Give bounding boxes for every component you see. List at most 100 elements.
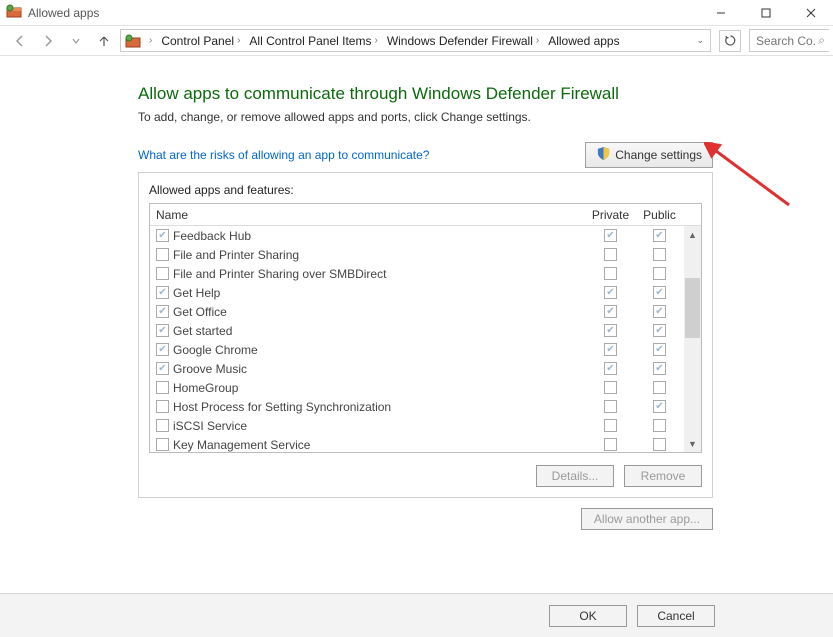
- up-button[interactable]: [92, 29, 116, 53]
- private-checkbox[interactable]: [604, 324, 617, 337]
- table-row[interactable]: Feedback Hub: [150, 226, 684, 245]
- breadcrumb-item[interactable]: All Control Panel Items›: [246, 34, 383, 48]
- address-bar[interactable]: › Control Panel› All Control Panel Items…: [120, 29, 711, 52]
- page-title: Allow apps to communicate through Window…: [138, 84, 713, 104]
- allowed-apps-list[interactable]: Name Private Public Feedback Hub File and…: [149, 203, 702, 453]
- app-name-label: Groove Music: [173, 362, 247, 376]
- public-checkbox[interactable]: [653, 343, 666, 356]
- details-button[interactable]: Details...: [536, 465, 614, 487]
- public-checkbox[interactable]: [653, 381, 666, 394]
- search-icon: ⌕: [818, 33, 825, 48]
- column-private[interactable]: Private: [586, 208, 635, 222]
- private-checkbox[interactable]: [604, 229, 617, 242]
- private-checkbox[interactable]: [604, 362, 617, 375]
- allowed-checkbox[interactable]: [156, 400, 169, 413]
- close-button[interactable]: [788, 0, 833, 26]
- recent-dropdown[interactable]: [64, 29, 88, 53]
- column-public[interactable]: Public: [635, 208, 684, 222]
- app-name-label: Get Help: [173, 286, 220, 300]
- table-row[interactable]: iSCSI Service: [150, 416, 684, 435]
- app-name-label: Get Office: [173, 305, 227, 319]
- public-checkbox[interactable]: [653, 419, 666, 432]
- public-checkbox[interactable]: [653, 438, 666, 451]
- public-checkbox[interactable]: [653, 248, 666, 261]
- scroll-up-icon[interactable]: ▲: [684, 226, 701, 243]
- breadcrumb-item[interactable]: Windows Defender Firewall›: [384, 34, 545, 48]
- allowed-checkbox[interactable]: [156, 229, 169, 242]
- remove-button[interactable]: Remove: [624, 465, 702, 487]
- public-checkbox[interactable]: [653, 400, 666, 413]
- private-checkbox[interactable]: [604, 248, 617, 261]
- frame-title: Allowed apps and features:: [149, 183, 702, 197]
- allowed-checkbox[interactable]: [156, 362, 169, 375]
- column-name[interactable]: Name: [150, 208, 586, 222]
- private-checkbox[interactable]: [604, 438, 617, 451]
- breadcrumb-sep[interactable]: ›: [143, 35, 158, 46]
- public-checkbox[interactable]: [653, 267, 666, 280]
- allowed-checkbox[interactable]: [156, 248, 169, 261]
- public-checkbox[interactable]: [653, 362, 666, 375]
- scrollbar[interactable]: ▲ ▼: [684, 226, 701, 452]
- list-header: Name Private Public: [150, 204, 701, 226]
- cancel-button[interactable]: Cancel: [637, 605, 715, 627]
- table-row[interactable]: Key Management Service: [150, 435, 684, 452]
- table-row[interactable]: Get Office: [150, 302, 684, 321]
- allow-another-app-button[interactable]: Allow another app...: [581, 508, 713, 530]
- app-name-label: Feedback Hub: [173, 229, 251, 243]
- allowed-checkbox[interactable]: [156, 324, 169, 337]
- public-checkbox[interactable]: [653, 324, 666, 337]
- allowed-checkbox[interactable]: [156, 286, 169, 299]
- change-settings-button[interactable]: Change settings: [585, 142, 713, 168]
- allowed-checkbox[interactable]: [156, 267, 169, 280]
- table-row[interactable]: Groove Music: [150, 359, 684, 378]
- minimize-button[interactable]: [698, 0, 743, 26]
- table-row[interactable]: Get Help: [150, 283, 684, 302]
- app-name-label: Get started: [173, 324, 232, 338]
- bottom-bar: OK Cancel: [0, 593, 833, 637]
- allowed-checkbox[interactable]: [156, 419, 169, 432]
- allowed-apps-frame: Allowed apps and features: Name Private …: [138, 172, 713, 498]
- table-row[interactable]: File and Printer Sharing: [150, 245, 684, 264]
- back-button[interactable]: [8, 29, 32, 53]
- firewall-icon: [6, 3, 22, 22]
- public-checkbox[interactable]: [653, 229, 666, 242]
- app-name-label: File and Printer Sharing: [173, 248, 299, 262]
- app-name-label: iSCSI Service: [173, 419, 247, 433]
- table-row[interactable]: File and Printer Sharing over SMBDirect: [150, 264, 684, 283]
- table-row[interactable]: Get started: [150, 321, 684, 340]
- app-name-label: HomeGroup: [173, 381, 238, 395]
- maximize-button[interactable]: [743, 0, 788, 26]
- table-row[interactable]: HomeGroup: [150, 378, 684, 397]
- help-link[interactable]: What are the risks of allowing an app to…: [138, 148, 429, 162]
- allowed-checkbox[interactable]: [156, 381, 169, 394]
- scroll-down-icon[interactable]: ▼: [684, 435, 701, 452]
- allowed-checkbox[interactable]: [156, 305, 169, 318]
- private-checkbox[interactable]: [604, 286, 617, 299]
- private-checkbox[interactable]: [604, 267, 617, 280]
- table-row[interactable]: Host Process for Setting Synchronization: [150, 397, 684, 416]
- app-name-label: Host Process for Setting Synchronization: [173, 400, 391, 414]
- private-checkbox[interactable]: [604, 343, 617, 356]
- main-content: Allow apps to communicate through Window…: [0, 56, 833, 498]
- breadcrumb-item[interactable]: Control Panel›: [158, 34, 246, 48]
- nav-toolbar: › Control Panel› All Control Panel Items…: [0, 26, 833, 56]
- table-row[interactable]: Google Chrome: [150, 340, 684, 359]
- allowed-checkbox[interactable]: [156, 343, 169, 356]
- allowed-checkbox[interactable]: [156, 438, 169, 451]
- private-checkbox[interactable]: [604, 381, 617, 394]
- change-settings-label: Change settings: [615, 148, 702, 162]
- private-checkbox[interactable]: [604, 419, 617, 432]
- refresh-button[interactable]: [719, 30, 741, 52]
- chevron-down-icon[interactable]: ⌄: [696, 35, 708, 46]
- public-checkbox[interactable]: [653, 286, 666, 299]
- private-checkbox[interactable]: [604, 400, 617, 413]
- window-titlebar: Allowed apps: [0, 0, 833, 26]
- scroll-thumb[interactable]: [685, 278, 700, 338]
- private-checkbox[interactable]: [604, 305, 617, 318]
- app-name-label: Key Management Service: [173, 438, 310, 452]
- public-checkbox[interactable]: [653, 305, 666, 318]
- forward-button[interactable]: [36, 29, 60, 53]
- search-input[interactable]: ⌕: [749, 29, 829, 52]
- ok-button[interactable]: OK: [549, 605, 627, 627]
- breadcrumb-item[interactable]: Allowed apps: [545, 34, 622, 48]
